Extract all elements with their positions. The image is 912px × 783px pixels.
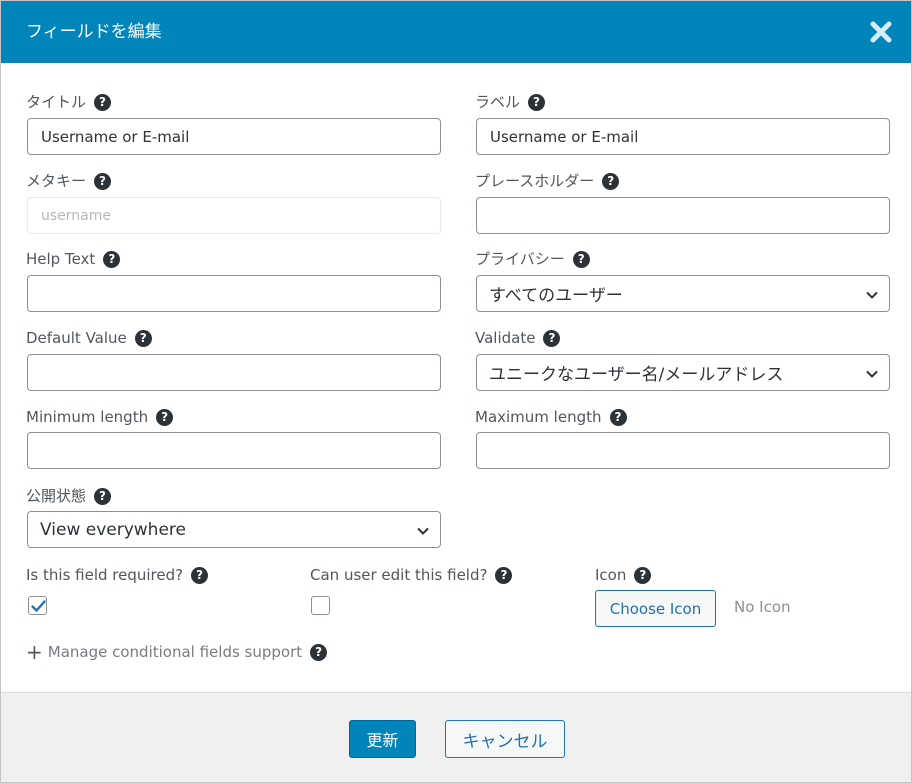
required-label: Is this field required? ? bbox=[26, 565, 209, 585]
placeholder-input[interactable] bbox=[476, 197, 890, 234]
cancel-button[interactable]: キャンセル bbox=[445, 720, 565, 758]
validate-select[interactable]: ユニークなユーザー名/メールアドレス bbox=[476, 354, 890, 391]
help-icon[interactable]: ? bbox=[602, 172, 620, 190]
chevron-down-icon bbox=[866, 291, 878, 299]
help-icon[interactable]: ? bbox=[310, 643, 328, 661]
help-icon[interactable]: ? bbox=[572, 250, 590, 268]
title-input[interactable] bbox=[27, 118, 441, 155]
default-value-label: Default Value ? bbox=[26, 328, 152, 348]
help-icon[interactable]: ? bbox=[634, 566, 652, 584]
help-text-input[interactable] bbox=[27, 275, 441, 312]
choose-icon-button[interactable]: Choose Icon bbox=[595, 590, 716, 627]
title-label: タイトル ? bbox=[26, 92, 112, 112]
privacy-selected-value: すべてのユーザー bbox=[489, 286, 623, 306]
help-icon[interactable]: ? bbox=[495, 566, 513, 584]
required-checkbox[interactable] bbox=[28, 596, 47, 615]
help-icon[interactable]: ? bbox=[103, 250, 121, 268]
minimum-length-input[interactable] bbox=[27, 432, 441, 469]
meta-key-label: メタキー ? bbox=[26, 171, 112, 191]
label-label: ラベル ? bbox=[475, 92, 546, 112]
edit-field-dialog: フィールドを編集 タイトル ? ラベル ? メタキー ? プレースホルダー ? … bbox=[0, 0, 912, 783]
validate-label: Validate ? bbox=[475, 328, 561, 348]
help-icon[interactable]: ? bbox=[543, 329, 561, 347]
label-input[interactable] bbox=[476, 118, 890, 155]
dialog-title: フィールドを編集 bbox=[26, 22, 162, 42]
help-icon[interactable]: ? bbox=[134, 329, 152, 347]
placeholder-label: プレースホルダー ? bbox=[475, 171, 620, 191]
dialog-header: フィールドを編集 bbox=[1, 1, 911, 63]
meta-key-input bbox=[27, 197, 441, 234]
maximum-length-input[interactable] bbox=[476, 432, 890, 469]
help-icon[interactable]: ? bbox=[94, 93, 112, 111]
chevron-down-icon bbox=[866, 370, 878, 378]
minimum-length-label: Minimum length ? bbox=[26, 407, 174, 427]
help-icon[interactable]: ? bbox=[609, 408, 627, 426]
help-icon[interactable]: ? bbox=[191, 566, 209, 584]
default-value-input[interactable] bbox=[27, 354, 441, 391]
plus-icon: + bbox=[26, 640, 43, 664]
help-icon[interactable]: ? bbox=[528, 93, 546, 111]
editable-checkbox[interactable] bbox=[311, 596, 330, 615]
maximum-length-label: Maximum length ? bbox=[475, 407, 627, 427]
help-icon[interactable]: ? bbox=[94, 487, 112, 505]
chevron-down-icon bbox=[417, 527, 429, 535]
icon-status: No Icon bbox=[734, 598, 791, 616]
visibility-select[interactable]: View everywhere bbox=[27, 511, 441, 548]
manage-conditional-link[interactable]: + Manage conditional fields support ? bbox=[26, 640, 328, 664]
manage-conditional-label: Manage conditional fields support bbox=[47, 643, 303, 661]
dialog-footer: 更新 キャンセル bbox=[1, 692, 911, 782]
privacy-label: プライバシー ? bbox=[475, 249, 590, 269]
editable-label: Can user edit this field? ? bbox=[310, 565, 513, 585]
update-button[interactable]: 更新 bbox=[349, 720, 416, 758]
help-icon[interactable]: ? bbox=[94, 172, 112, 190]
validate-selected-value: ユニークなユーザー名/メールアドレス bbox=[489, 365, 784, 385]
visibility-label: 公開状態 ? bbox=[26, 486, 112, 506]
privacy-select[interactable]: すべてのユーザー bbox=[476, 275, 890, 312]
icon-label: Icon ? bbox=[595, 565, 652, 585]
help-icon[interactable]: ? bbox=[156, 408, 174, 426]
checkmark-icon bbox=[31, 600, 46, 612]
visibility-selected-value: View everywhere bbox=[40, 519, 186, 540]
close-icon[interactable] bbox=[867, 18, 895, 46]
help-text-label: Help Text ? bbox=[26, 249, 121, 269]
